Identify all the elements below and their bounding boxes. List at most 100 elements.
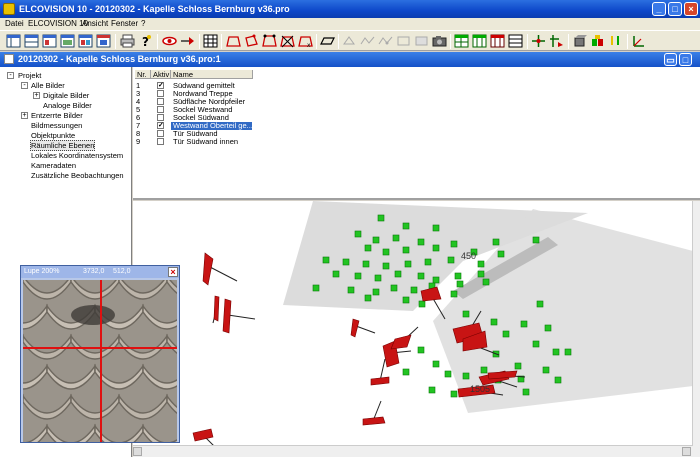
scroll-right-button[interactable] <box>682 447 691 456</box>
object-point[interactable] <box>490 318 498 326</box>
3d-view[interactable]: 450 1505 <box>133 201 693 457</box>
column-header-name[interactable]: Name <box>171 70 253 79</box>
object-point[interactable] <box>536 300 544 308</box>
object-point[interactable] <box>390 284 398 292</box>
window-layout-icon[interactable] <box>6 34 21 48</box>
camera-position[interactable] <box>222 298 232 334</box>
object-point[interactable] <box>462 372 470 380</box>
row-active-checkbox[interactable]: ✓ <box>157 82 164 89</box>
tree-item-analoge-bilder[interactable]: Analoge Bilder <box>43 101 92 110</box>
magnifier-close-button[interactable]: × <box>168 267 178 277</box>
object-point[interactable] <box>364 244 372 252</box>
photo-window-icon[interactable] <box>78 34 93 48</box>
object-point[interactable] <box>456 280 464 288</box>
object-point[interactable] <box>354 272 362 280</box>
object-point[interactable] <box>362 260 370 268</box>
object-point[interactable] <box>450 390 458 398</box>
object-point[interactable] <box>514 362 522 370</box>
3d-scene[interactable]: 450 1505 <box>133 201 693 457</box>
object-point[interactable] <box>432 244 440 252</box>
row-active-checkbox[interactable] <box>157 130 164 137</box>
object-point[interactable] <box>480 366 488 374</box>
tree-item-zusaetzliche-beobachtungen[interactable]: Zusätzliche Beobachtungen <box>31 171 124 180</box>
object-point[interactable] <box>552 348 560 356</box>
document-title-bar[interactable]: 20120302 - Kapelle Schloss Bernburg v36.… <box>0 52 700 67</box>
row-active-checkbox[interactable] <box>157 98 164 105</box>
row-active-checkbox[interactable] <box>157 138 164 145</box>
object-point[interactable] <box>432 276 440 284</box>
object-point[interactable] <box>372 236 380 244</box>
expander-digitale-bilder[interactable]: + <box>33 92 40 99</box>
row-active-checkbox[interactable] <box>157 90 164 97</box>
disabled-tool-icon-4[interactable] <box>396 34 411 48</box>
expander-entzerrte-bilder[interactable]: + <box>21 112 28 119</box>
tree-item-bildmessungen[interactable]: Bildmessungen <box>31 121 82 130</box>
point-cross-icon[interactable] <box>531 34 546 48</box>
object-point[interactable] <box>522 388 530 396</box>
object-point[interactable] <box>532 236 540 244</box>
object-point[interactable] <box>554 376 562 384</box>
object-point[interactable] <box>332 270 340 278</box>
object-point[interactable] <box>354 230 362 238</box>
object-point[interactable] <box>432 360 440 368</box>
object-point[interactable] <box>312 284 320 292</box>
magnified-image[interactable] <box>23 280 177 442</box>
scroll-left-button[interactable] <box>133 447 142 456</box>
object-point[interactable] <box>542 366 550 374</box>
image-window-icon[interactable] <box>42 34 57 48</box>
plane-points-icon[interactable] <box>262 34 277 48</box>
column-header-nr[interactable]: Nr. <box>135 70 151 79</box>
object-point[interactable] <box>417 238 425 246</box>
object-point[interactable] <box>477 260 485 268</box>
print-icon[interactable] <box>120 34 135 48</box>
column-header-aktiv[interactable]: Aktiv <box>151 70 171 79</box>
object-point[interactable] <box>322 256 330 264</box>
maximize-button[interactable]: □ <box>668 2 682 16</box>
object-point[interactable] <box>374 274 382 282</box>
object-point[interactable] <box>532 340 540 348</box>
camera-position[interactable] <box>202 252 214 286</box>
object-point[interactable] <box>417 272 425 280</box>
object-point[interactable] <box>382 262 390 270</box>
menu-fenster[interactable]: Fenster <box>111 18 138 30</box>
camera-position[interactable] <box>213 295 220 322</box>
camera-position[interactable] <box>192 428 214 442</box>
tree-item-alle-bilder[interactable]: Alle Bilder <box>31 81 65 90</box>
plane-icon[interactable] <box>226 34 241 48</box>
object-point[interactable] <box>432 224 440 232</box>
object-point[interactable] <box>347 286 355 294</box>
object-point[interactable] <box>462 310 470 318</box>
vertical-scrollbar[interactable] <box>692 201 700 457</box>
camera-position[interactable] <box>390 334 412 350</box>
disabled-tool-icon-1[interactable] <box>342 34 357 48</box>
plane-intersect-icon[interactable] <box>280 34 295 48</box>
object-point[interactable] <box>372 288 380 296</box>
object-point[interactable] <box>450 290 458 298</box>
object-point[interactable] <box>482 278 490 286</box>
object-point[interactable] <box>520 320 528 328</box>
object-point[interactable] <box>364 294 372 302</box>
axis-icon[interactable] <box>631 34 646 48</box>
menu-ansicht[interactable]: Ansicht <box>82 18 108 30</box>
object-point[interactable] <box>402 246 410 254</box>
object-point[interactable] <box>447 256 455 264</box>
camera-position[interactable] <box>362 416 386 426</box>
magnifier-title-bar[interactable]: Lupe 200% 3732,0 512,0 × <box>21 266 179 278</box>
object-point[interactable] <box>382 248 390 256</box>
object-point[interactable] <box>342 258 350 266</box>
doc-restore-button[interactable]: ▭ <box>664 53 677 66</box>
table-red-icon[interactable] <box>490 34 505 48</box>
plane-delete-icon[interactable]: x <box>298 34 313 48</box>
tree-item-kameradaten[interactable]: Kameradaten <box>31 161 76 170</box>
tree-item-objektpunkte[interactable]: Objektpunkte <box>31 131 75 140</box>
expander-alle-bilder[interactable]: - <box>21 82 28 89</box>
object-point[interactable] <box>424 258 432 266</box>
tree-item-digitale-bilder[interactable]: Digitale Bilder <box>43 91 89 100</box>
app-title-bar[interactable]: ELCOVISION 10 - 20120302 - Kapelle Schlo… <box>0 0 700 18</box>
object-point[interactable] <box>564 348 572 356</box>
plane-rect-icon[interactable] <box>244 34 259 48</box>
grid-icon[interactable] <box>203 34 218 48</box>
disabled-tool-icon-5[interactable] <box>414 34 429 48</box>
window-split-icon[interactable] <box>24 34 39 48</box>
object-point[interactable] <box>404 260 412 268</box>
